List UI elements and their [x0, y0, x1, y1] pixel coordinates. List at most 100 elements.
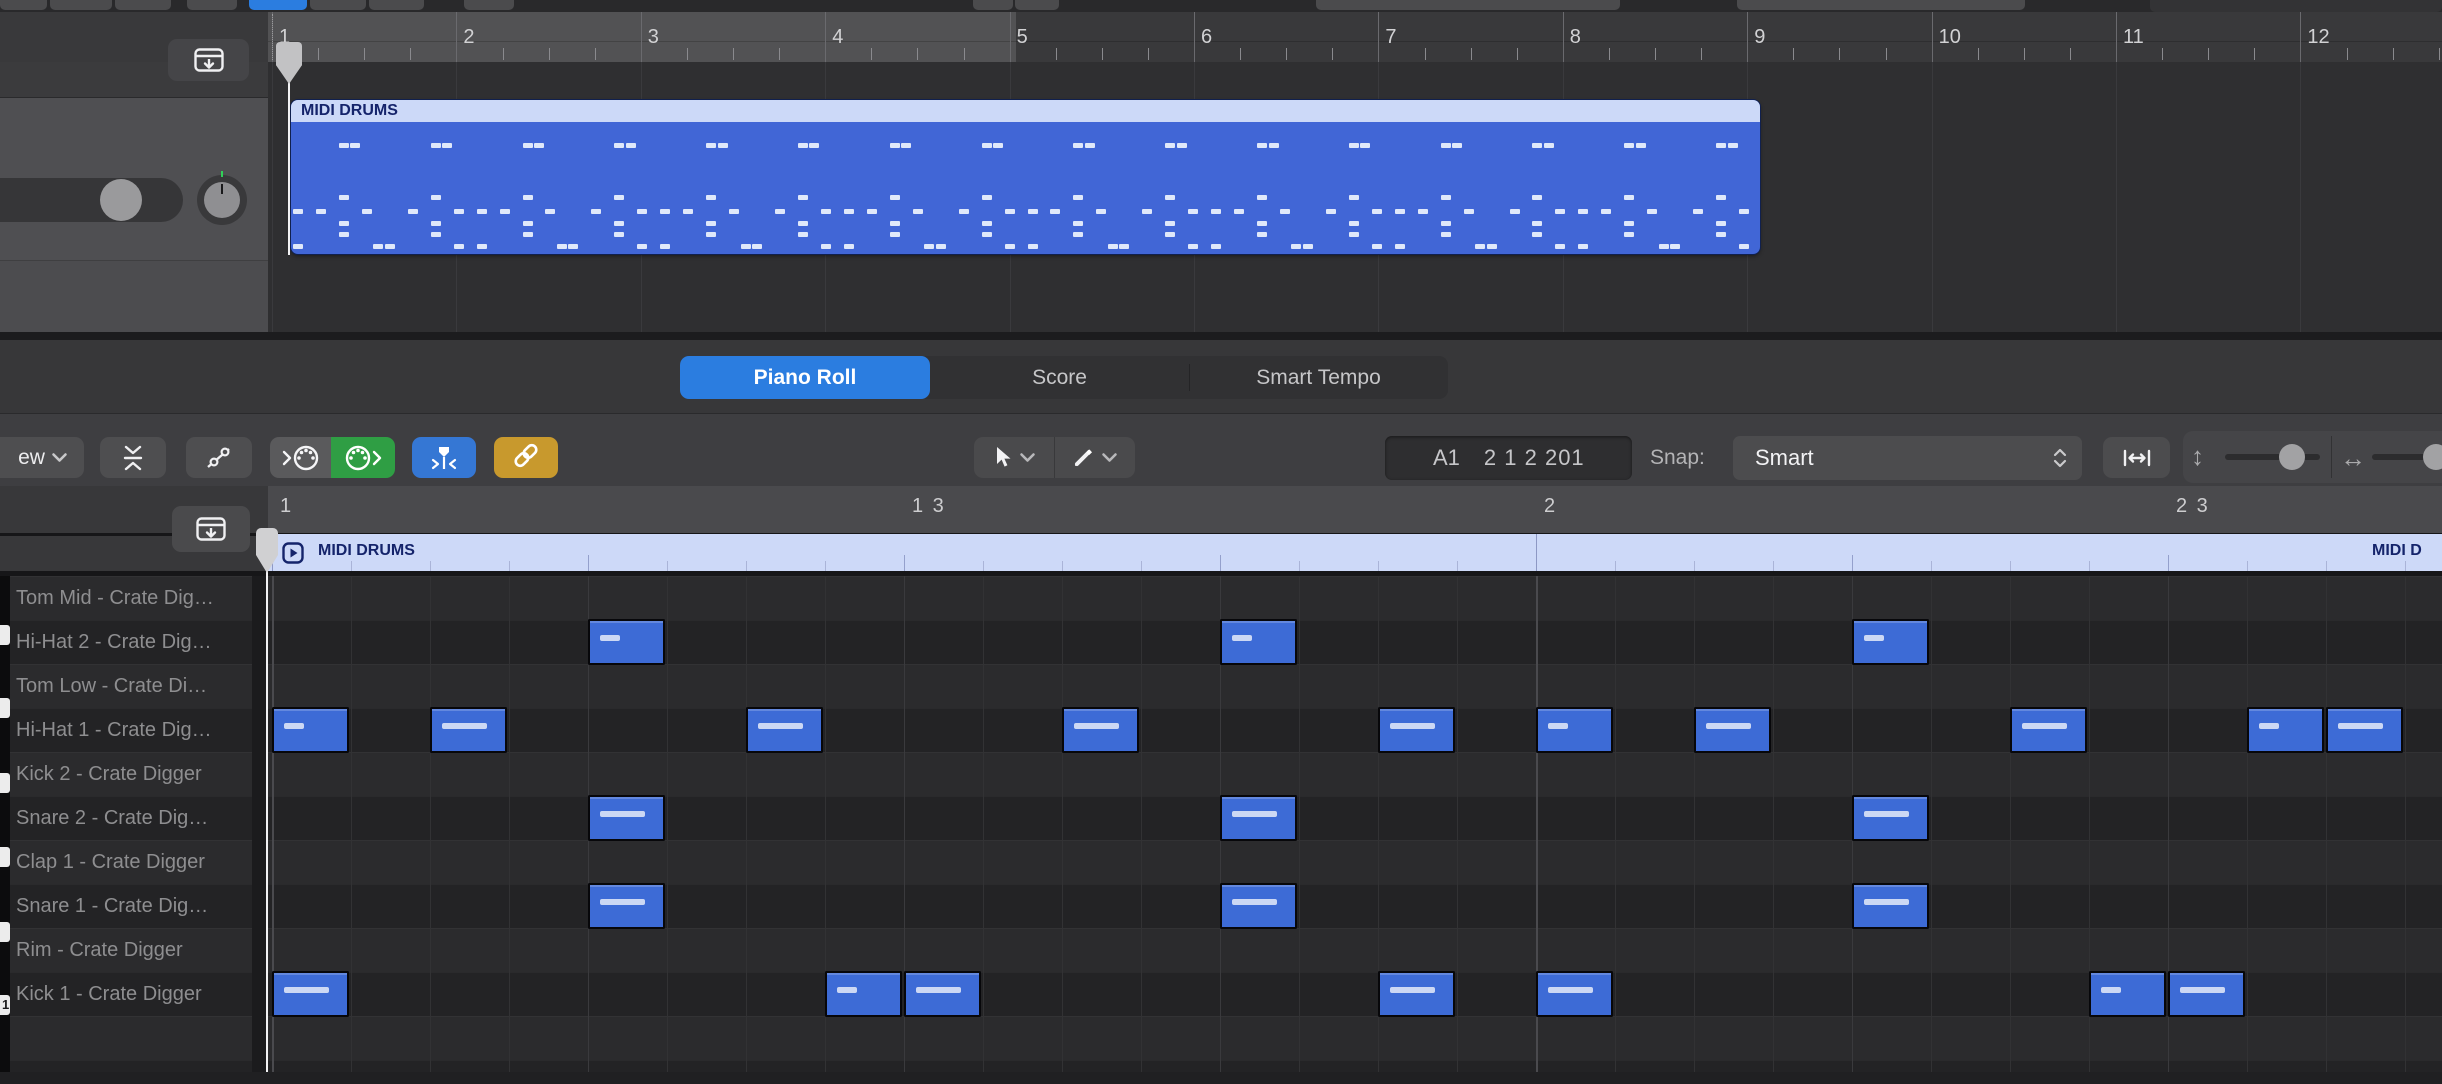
- midi-note[interactable]: [272, 707, 349, 753]
- piano-key-stub[interactable]: [0, 625, 10, 645]
- pointer-tool-button[interactable]: [974, 437, 1054, 478]
- region-mini-note: [1096, 209, 1106, 214]
- grid-sixteenth-line: [351, 576, 352, 1072]
- midi-note[interactable]: [588, 795, 665, 841]
- midi-note[interactable]: [746, 707, 823, 753]
- note-velocity-bar: [1864, 635, 1884, 641]
- midi-out-button[interactable]: [331, 437, 395, 478]
- top-strip-button[interactable]: [369, 0, 424, 10]
- midi-note[interactable]: [1852, 883, 1929, 929]
- midi-note[interactable]: [1220, 619, 1297, 665]
- arrange-beat-tick: [2070, 48, 2071, 60]
- midi-note[interactable]: [2168, 971, 2245, 1017]
- track-import-button[interactable]: [168, 39, 249, 81]
- piano-key-stub[interactable]: [0, 847, 10, 867]
- top-strip-button[interactable]: [464, 0, 514, 10]
- region-mini-note: [1257, 232, 1267, 237]
- region-mini-note: [339, 221, 349, 226]
- link-button[interactable]: [494, 437, 558, 478]
- collapse-lanes-button[interactable]: [100, 437, 166, 478]
- region-mini-note: [1728, 143, 1738, 148]
- top-strip-button[interactable]: [1316, 0, 1620, 10]
- piano-key-stub[interactable]: [0, 922, 10, 942]
- top-strip-button[interactable]: [2150, 0, 2442, 12]
- lane-label-tom[interactable]: Tom Low - Crate Di…: [16, 675, 207, 698]
- lane-label-tom[interactable]: Tom Mid - Crate Dig…: [16, 587, 214, 610]
- arrange-bar-line: [2300, 12, 2301, 62]
- midi-note[interactable]: [1536, 707, 1613, 753]
- region-mini-note: [936, 244, 946, 249]
- volume-slider[interactable]: [0, 178, 183, 222]
- arrange-timeline-ruler[interactable]: 123456789101112: [268, 12, 2442, 62]
- catch-playhead-button[interactable]: [412, 437, 476, 478]
- piano-roll-region-strip[interactable]: MIDI DRUMSMIDI D: [268, 534, 2442, 571]
- zoom-group-divider: [2331, 436, 2332, 478]
- piano-key-stub[interactable]: [0, 773, 10, 793]
- horizontal-zoom-handle[interactable]: [2423, 444, 2442, 470]
- fit-width-button[interactable]: [2103, 437, 2170, 478]
- top-strip-button[interactable]: [1737, 0, 2025, 10]
- piano-roll-ruler[interactable]: 11 322 3: [268, 486, 2442, 533]
- lane-label-clap[interactable]: Clap 1 - Crate Digger: [16, 851, 205, 874]
- region-mini-note: [591, 209, 601, 214]
- midi-note[interactable]: [588, 619, 665, 665]
- lcd-position-display[interactable]: A12 1 2 201: [1385, 436, 1632, 480]
- midi-note[interactable]: [2010, 707, 2087, 753]
- midi-note[interactable]: [430, 707, 507, 753]
- tab-piano-roll[interactable]: Piano Roll: [680, 356, 930, 399]
- pencil-tool-button[interactable]: [1054, 437, 1135, 478]
- midi-note[interactable]: [1852, 619, 1929, 665]
- midi-note[interactable]: [2089, 971, 2166, 1017]
- midi-note[interactable]: [2247, 707, 2324, 753]
- piano-key-stub[interactable]: [0, 698, 10, 718]
- piano-roll-import-button[interactable]: [172, 506, 250, 552]
- region-mini-note: [1452, 143, 1462, 148]
- lane-label-snare[interactable]: Snare 1 - Crate Dig…: [16, 895, 208, 918]
- region-mini-note: [1624, 232, 1634, 237]
- strip-grid-tick: [983, 561, 984, 571]
- midi-note[interactable]: [1062, 707, 1139, 753]
- midi-note[interactable]: [2326, 707, 2403, 753]
- midi-note[interactable]: [904, 971, 981, 1017]
- midi-note[interactable]: [1220, 883, 1297, 929]
- region-mini-note: [637, 209, 647, 214]
- top-strip-active-button[interactable]: [249, 0, 307, 10]
- region-play-icon[interactable]: [281, 541, 305, 565]
- lane-label-hihat[interactable]: Hi-Hat 2 - Crate Dig…: [16, 631, 212, 654]
- top-strip-button[interactable]: [50, 0, 112, 10]
- midi-note[interactable]: [825, 971, 902, 1017]
- tab-score[interactable]: Score: [930, 356, 1189, 399]
- midi-draw-button[interactable]: [186, 437, 252, 478]
- tab-smart-tempo[interactable]: Smart Tempo: [1189, 356, 1448, 399]
- snap-dropdown[interactable]: Smart: [1733, 436, 2082, 480]
- top-strip-button[interactable]: [973, 0, 1013, 10]
- midi-note[interactable]: [272, 971, 349, 1017]
- midi-note[interactable]: [1220, 795, 1297, 841]
- lane-label-rim[interactable]: Rim - Crate Digger: [16, 939, 183, 962]
- top-strip-button[interactable]: [187, 0, 237, 10]
- arrange-beat-tick: [1471, 48, 1472, 60]
- top-strip-button[interactable]: [310, 0, 366, 10]
- lane-label-kick[interactable]: Kick 2 - Crate Digger: [16, 763, 202, 786]
- volume-slider-handle[interactable]: [100, 179, 142, 221]
- midi-region[interactable]: MIDI DRUMS: [291, 100, 1760, 254]
- lane-label-snare[interactable]: Snare 2 - Crate Dig…: [16, 807, 208, 830]
- midi-region-header[interactable]: [291, 100, 1760, 122]
- lane-label-kick[interactable]: Kick 1 - Crate Digger: [16, 983, 202, 1006]
- vertical-zoom-slider[interactable]: [2225, 454, 2320, 460]
- pan-knob[interactable]: [197, 175, 247, 225]
- view-menu-button[interactable]: ew: [0, 437, 84, 478]
- top-strip-button[interactable]: [0, 0, 47, 10]
- top-strip-button[interactable]: [1015, 0, 1059, 10]
- midi-note[interactable]: [1694, 707, 1771, 753]
- vertical-zoom-handle[interactable]: [2279, 444, 2305, 470]
- midi-note[interactable]: [1378, 971, 1455, 1017]
- midi-note[interactable]: [1378, 707, 1455, 753]
- lane-label-hihat[interactable]: Hi-Hat 1 - Crate Dig…: [16, 719, 212, 742]
- midi-note[interactable]: [1536, 971, 1613, 1017]
- midi-note[interactable]: [1852, 795, 1929, 841]
- midi-in-button[interactable]: [270, 437, 331, 478]
- midi-note[interactable]: [588, 883, 665, 929]
- top-strip-button[interactable]: [115, 0, 171, 10]
- octave-label: 1: [2, 997, 9, 1012]
